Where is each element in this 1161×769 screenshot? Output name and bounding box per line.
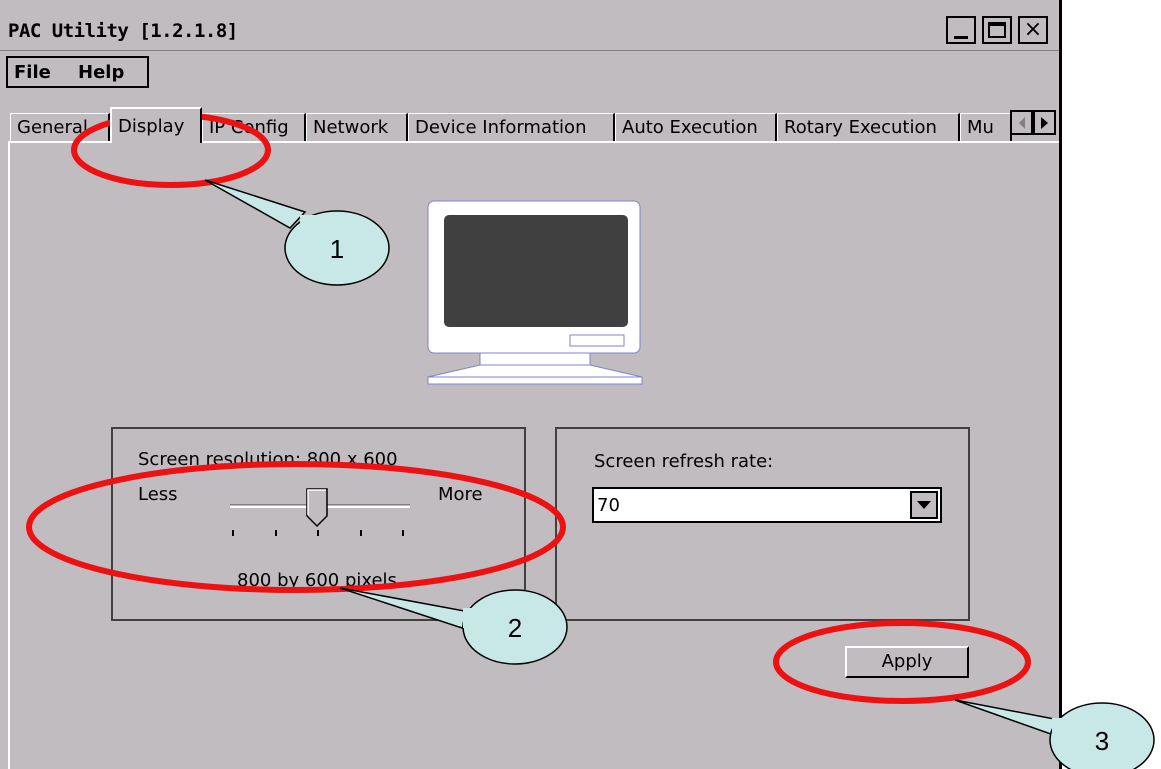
slider-tick: [274, 530, 277, 536]
refresh-rate-value: 70: [597, 495, 620, 516]
maximize-icon: [988, 22, 1006, 38]
chevron-down-icon: [917, 501, 931, 509]
maximize-button[interactable]: [982, 16, 1012, 44]
tab-ip-config[interactable]: IP Config: [202, 113, 306, 141]
close-icon: ×: [1023, 17, 1043, 42]
monitor-icon: [427, 200, 643, 385]
menu-file[interactable]: File: [14, 62, 51, 83]
refresh-rate-label: Screen refresh rate:: [594, 451, 774, 472]
tab-scroll-right-button[interactable]: [1033, 110, 1056, 135]
slider-tick: [317, 530, 319, 536]
close-button[interactable]: ×: [1018, 16, 1048, 44]
more-label: More: [438, 484, 483, 505]
resolution-label: Screen resolution: 800 x 600: [138, 449, 398, 470]
callout-number-3: 3: [1095, 726, 1109, 756]
slider-tick: [359, 530, 362, 536]
window-title: PAC Utility [1.2.1.8]: [8, 20, 238, 42]
apply-button[interactable]: Apply: [845, 646, 969, 678]
callout-bubble-3: [1049, 702, 1155, 769]
dropdown-button[interactable]: [910, 491, 938, 519]
minimize-button[interactable]: [946, 16, 976, 44]
arrow-right-icon: [1041, 116, 1048, 129]
title-bar: PAC Utility [1.2.1.8] ×: [0, 12, 1059, 51]
pixels-label: 800 by 600 pixels: [237, 570, 397, 591]
minimize-icon: [954, 35, 968, 39]
menu-bar: File Help: [6, 56, 149, 88]
resolution-slider[interactable]: [230, 482, 410, 542]
slider-tick: [232, 530, 234, 536]
tab-strip: General Display IP Config Network Device…: [0, 107, 1059, 143]
arrow-left-icon: [1018, 116, 1025, 129]
refresh-rate-select[interactable]: 70: [592, 487, 942, 523]
less-label: Less: [138, 484, 178, 505]
slider-thumb[interactable]: [306, 488, 328, 528]
tab-rotary-execution[interactable]: Rotary Execution: [777, 113, 960, 141]
tab-more[interactable]: Mu: [960, 113, 1012, 141]
tab-device-information[interactable]: Device Information: [408, 113, 615, 141]
slider-tick: [402, 530, 404, 536]
tab-display[interactable]: Display: [110, 107, 202, 143]
app-window: PAC Utility [1.2.1.8] × File Help Genera…: [0, 0, 1062, 769]
tab-auto-execution[interactable]: Auto Execution: [615, 113, 777, 141]
tab-scroll-left-button[interactable]: [1010, 110, 1033, 135]
menu-help[interactable]: Help: [78, 62, 124, 83]
tab-network[interactable]: Network: [306, 113, 408, 141]
tab-general[interactable]: General: [10, 113, 110, 141]
